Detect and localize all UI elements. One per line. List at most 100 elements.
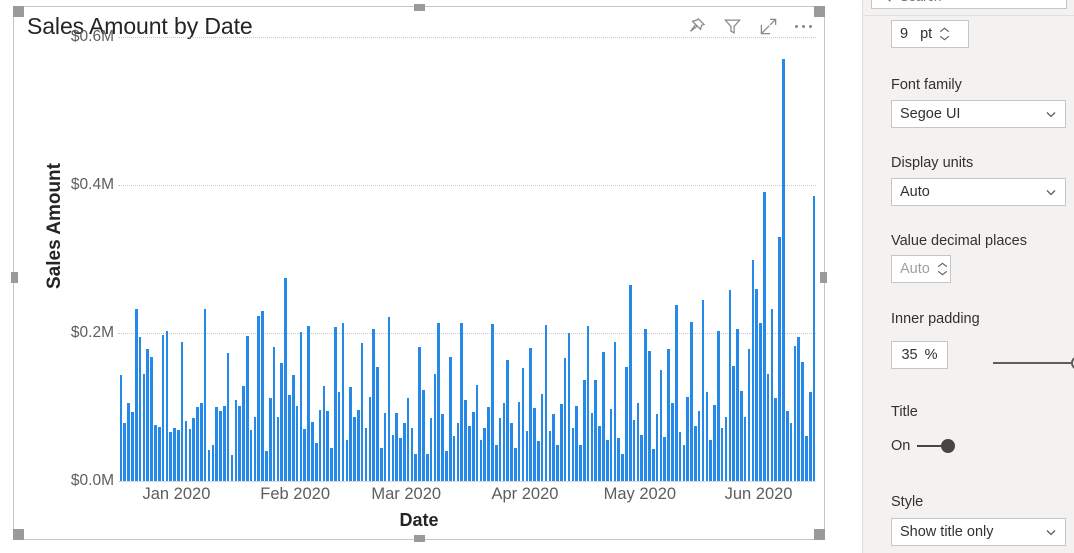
bar[interactable] xyxy=(238,405,241,481)
bar[interactable] xyxy=(200,403,203,481)
bar[interactable] xyxy=(188,429,192,481)
bar[interactable] xyxy=(441,414,444,481)
bar[interactable] xyxy=(207,449,211,481)
bar[interactable] xyxy=(272,347,276,481)
bar[interactable] xyxy=(759,323,762,481)
bar[interactable] xyxy=(632,419,636,481)
bar[interactable] xyxy=(460,322,464,481)
bar[interactable] xyxy=(380,447,383,481)
bar[interactable] xyxy=(230,455,234,481)
bar[interactable] xyxy=(383,412,387,481)
selection-handle-left-center[interactable] xyxy=(11,272,18,283)
selection-handle-top-center[interactable] xyxy=(414,4,425,11)
style-select[interactable]: Show title only xyxy=(891,518,1066,546)
stepper-arrows-icon[interactable] xyxy=(937,262,948,276)
bar[interactable] xyxy=(529,347,532,481)
bar[interactable] xyxy=(203,309,207,481)
bar[interactable] xyxy=(391,435,395,481)
bar[interactable] xyxy=(406,398,410,481)
bar[interactable] xyxy=(311,421,314,481)
bar[interactable] xyxy=(261,310,264,481)
value-decimal-places-stepper[interactable]: Auto xyxy=(891,255,951,283)
bar[interactable] xyxy=(433,374,437,481)
bar[interactable] xyxy=(150,357,153,481)
bar[interactable] xyxy=(445,451,448,481)
bar[interactable] xyxy=(464,399,467,481)
bar[interactable] xyxy=(655,413,659,481)
bar[interactable] xyxy=(678,432,682,481)
bar[interactable] xyxy=(494,445,498,481)
bar[interactable] xyxy=(322,386,326,481)
bar[interactable] xyxy=(586,325,590,481)
bar[interactable] xyxy=(169,432,172,481)
bar[interactable] xyxy=(747,348,751,481)
bar[interactable] xyxy=(131,412,134,481)
bar[interactable] xyxy=(307,325,310,481)
bar[interactable] xyxy=(602,352,605,481)
bar[interactable] xyxy=(192,418,195,481)
bar[interactable] xyxy=(697,411,701,481)
bar[interactable] xyxy=(314,442,318,481)
bar[interactable] xyxy=(778,236,781,481)
bar[interactable] xyxy=(165,330,169,481)
bar[interactable] xyxy=(636,403,640,481)
bar[interactable] xyxy=(625,367,628,481)
bar[interactable] xyxy=(452,435,456,481)
bar[interactable] xyxy=(701,299,705,481)
bar[interactable] xyxy=(690,321,693,481)
bar[interactable] xyxy=(154,424,157,481)
bar[interactable] xyxy=(265,450,268,481)
bar[interactable] xyxy=(785,410,789,481)
bar[interactable] xyxy=(119,375,123,481)
bar[interactable] xyxy=(177,429,180,481)
bar[interactable] xyxy=(617,438,621,481)
bar[interactable] xyxy=(724,417,728,481)
bar[interactable] xyxy=(219,411,222,481)
bar[interactable] xyxy=(288,395,291,481)
bar[interactable] xyxy=(774,398,778,481)
bar[interactable] xyxy=(705,392,709,481)
bar[interactable] xyxy=(414,453,418,481)
bar[interactable] xyxy=(533,408,536,481)
bar[interactable] xyxy=(142,373,146,481)
bar[interactable] xyxy=(410,427,414,481)
bar[interactable] xyxy=(422,389,425,481)
bar[interactable] xyxy=(303,429,307,481)
bar[interactable] xyxy=(671,402,674,481)
font-size-stepper[interactable]: 9 pt xyxy=(891,20,969,48)
bar[interactable] xyxy=(357,409,360,481)
bar[interactable] xyxy=(448,356,452,481)
bar[interactable] xyxy=(594,380,598,481)
bar[interactable] xyxy=(720,427,724,481)
bar[interactable] xyxy=(127,403,130,481)
bar[interactable] xyxy=(667,349,670,481)
bar[interactable] xyxy=(552,414,555,481)
bar[interactable] xyxy=(663,436,667,481)
bar[interactable] xyxy=(399,438,402,481)
bar[interactable] xyxy=(364,428,368,481)
bar[interactable] xyxy=(299,332,303,481)
bar[interactable] xyxy=(456,423,460,481)
bar[interactable] xyxy=(674,304,678,481)
bar[interactable] xyxy=(506,360,509,481)
bar[interactable] xyxy=(368,396,372,481)
bar[interactable] xyxy=(762,192,766,481)
bar[interactable] xyxy=(196,407,199,481)
search-input[interactable] xyxy=(898,0,1059,5)
bar[interactable] xyxy=(498,418,502,481)
selection-handle-right-center[interactable] xyxy=(820,272,827,283)
bar[interactable] xyxy=(330,448,333,481)
bar[interactable] xyxy=(583,379,586,481)
bar-series[interactable] xyxy=(119,37,816,481)
bar[interactable] xyxy=(560,404,563,481)
bar[interactable] xyxy=(376,367,379,481)
stepper-arrows-icon[interactable] xyxy=(939,27,950,41)
bar[interactable] xyxy=(548,431,552,481)
font-family-select[interactable]: Segoe UI xyxy=(891,100,1066,128)
bar[interactable] xyxy=(755,288,758,481)
bar[interactable] xyxy=(517,401,521,481)
bar[interactable] xyxy=(797,336,801,481)
bar[interactable] xyxy=(713,404,716,481)
bar[interactable] xyxy=(487,407,490,481)
bar[interactable] xyxy=(766,373,770,481)
